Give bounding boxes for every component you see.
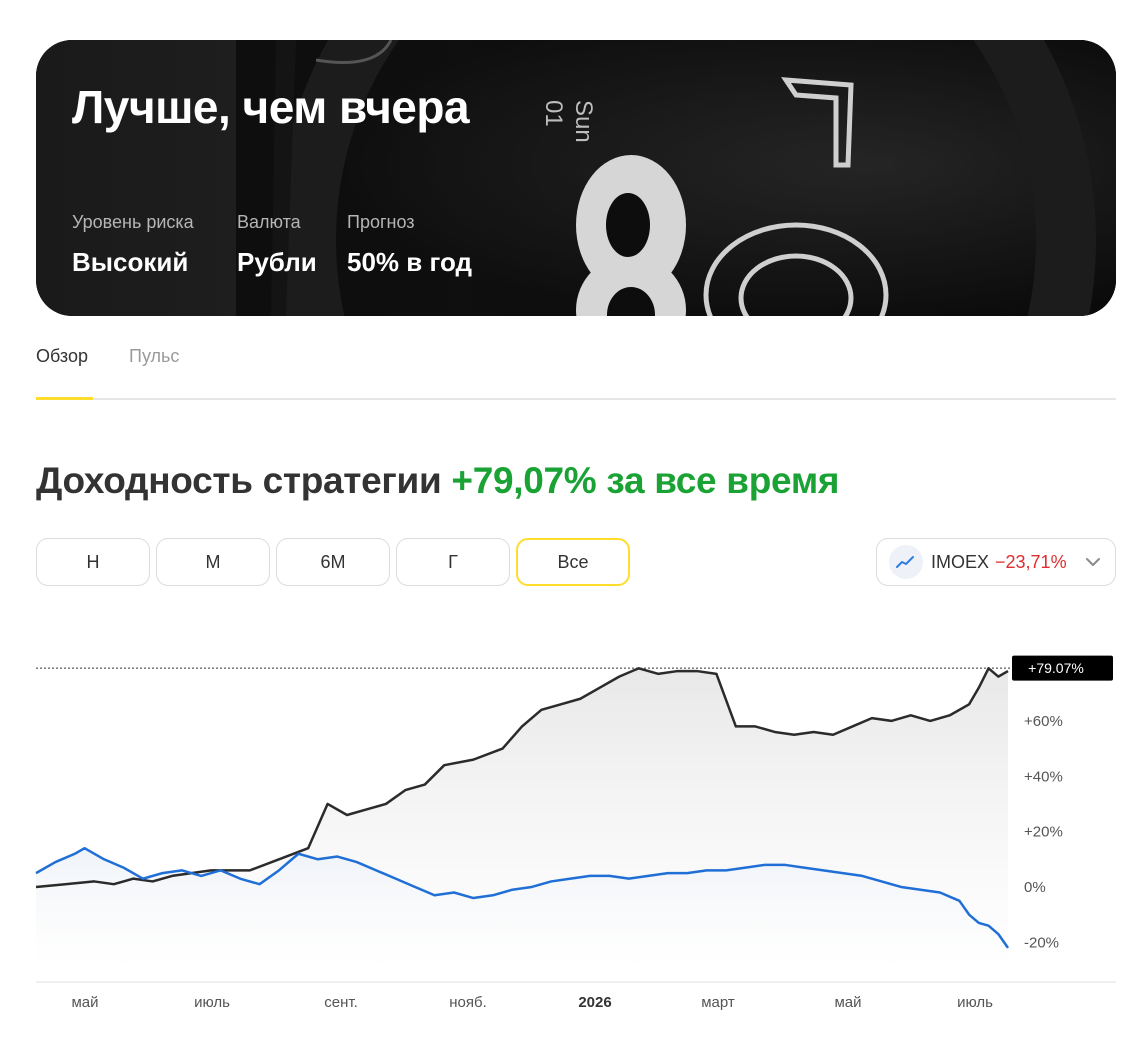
x-tick-label: 2026 xyxy=(578,994,611,1011)
returns-heading-value: +79,07% за все время xyxy=(451,460,840,501)
tab-pulse[interactable]: Пульс xyxy=(129,346,179,367)
risk-level: Уровень риска Высокий xyxy=(72,212,194,278)
y-tick-label: +20% xyxy=(1024,824,1063,841)
tab-overview[interactable]: Обзор xyxy=(36,346,88,367)
x-tick-label: нояб. xyxy=(449,994,487,1011)
y-tick-label: 0% xyxy=(1024,879,1046,896)
strategy-title: Лучше, чем вчера xyxy=(72,81,470,133)
returns-heading-label: Доходность стратегии xyxy=(36,460,442,501)
period-year-button[interactable]: Г xyxy=(396,538,510,586)
forecast: Прогноз 50% в год xyxy=(347,212,472,278)
x-tick-label: март xyxy=(701,994,735,1011)
benchmark-selector[interactable]: IMOEX −23,71% xyxy=(876,538,1116,586)
x-tick-label: июль xyxy=(957,994,993,1011)
currency-label: Валюта xyxy=(237,212,301,232)
hero-dial-date: 01 xyxy=(540,100,567,127)
benchmark-name: IMOEX xyxy=(931,551,990,572)
x-tick-label: май xyxy=(834,994,861,1011)
forecast-label: Прогноз xyxy=(347,212,415,232)
benchmark-change: −23,71% xyxy=(995,551,1067,572)
period-week-button[interactable]: Н xyxy=(36,538,150,586)
current-value-badge: +79.07% xyxy=(1012,655,1113,681)
period-6m-button[interactable]: 6М xyxy=(276,538,390,586)
strategy-hero-banner: Sun 01 Лучше, чем вчера Уровень риска Вы… xyxy=(36,40,1116,316)
trend-line-icon xyxy=(889,545,923,579)
currency: Валюта Рубли xyxy=(237,212,317,278)
period-all-button[interactable]: Все xyxy=(516,538,630,586)
x-tick-label: май xyxy=(71,994,98,1011)
current-value-label: +79.07% xyxy=(1028,660,1084,676)
x-tick-label: сент. xyxy=(324,994,358,1011)
risk-level-value: Высокий xyxy=(72,247,189,277)
active-tab-indicator xyxy=(36,397,93,400)
forecast-value: 50% в год xyxy=(347,247,472,277)
returns-chart: +79.07% +60% +40% +20% 0% -20% май июль сент. н… xyxy=(35,655,1116,1011)
y-tick-label: -20% xyxy=(1024,934,1059,951)
currency-value: Рубли xyxy=(237,247,317,277)
hero-dial-day: Sun xyxy=(570,100,597,143)
risk-level-label: Уровень риска xyxy=(72,212,194,232)
x-tick-label: июль xyxy=(194,994,230,1011)
tab-bar: Обзор Пульс xyxy=(36,346,1116,400)
returns-heading: Доходность стратегии +79,07% за все врем… xyxy=(36,460,840,502)
chevron-down-icon xyxy=(1085,557,1101,567)
y-tick-label: +40% xyxy=(1024,768,1063,785)
y-tick-label: +60% xyxy=(1024,713,1063,730)
period-month-button[interactable]: М xyxy=(156,538,270,586)
